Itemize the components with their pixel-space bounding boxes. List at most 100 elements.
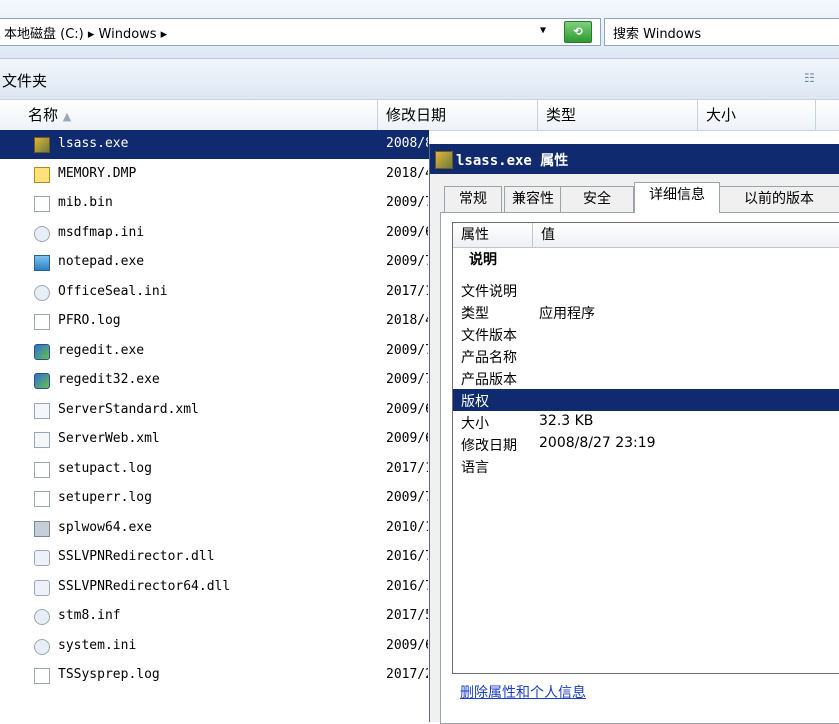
file-name: OfficeSeal.ini — [58, 283, 168, 299]
column-property-label: 属性 — [461, 227, 489, 243]
file-icon — [34, 491, 50, 507]
column-property[interactable]: 属性 — [453, 223, 533, 247]
file-date: 2009/7 — [386, 254, 428, 269]
address-dropdown-icon[interactable]: ▼ — [540, 25, 546, 36]
properties-dialog: lsass.exe 属性 常规 兼容性 安全 详细信息 以前的版本 属性 值 说明 文件… — [429, 144, 839, 724]
property-value: 应用程序 — [539, 306, 595, 322]
file-date: 2009/7 — [386, 195, 428, 210]
sort-ascending-icon: ▲ — [62, 110, 72, 123]
property-row[interactable]: 类型 应用程序 — [453, 301, 839, 323]
file-name: setuperr.log — [58, 490, 152, 505]
column-size-label: 大小 — [706, 106, 737, 124]
property-row[interactable]: 文件版本 — [453, 323, 839, 345]
file-name: ServerWeb.xml — [58, 431, 160, 446]
file-name: msdfmap.ini — [58, 224, 145, 240]
file-name: notepad.exe — [58, 254, 145, 269]
file-name: SSLVPNRedirector.dll — [58, 549, 215, 564]
file-icon — [34, 196, 50, 212]
tab-3[interactable]: 安全 — [560, 186, 634, 212]
dialog-title-file: lsass.exe — [456, 153, 532, 169]
column-header-row: 名称 ▲ 修改日期 类型 大小 — [0, 100, 839, 131]
file-date: 2008/8 — [386, 136, 428, 151]
exe-icon — [34, 520, 50, 537]
file-date: 2018/4 — [386, 165, 428, 181]
dialog-title: lsass.exe 属性 — [456, 150, 568, 170]
file-date: 2009/6 — [386, 224, 428, 240]
column-type[interactable]: 类型 — [538, 100, 698, 130]
notepad-icon — [34, 255, 50, 271]
property-row[interactable]: 大小 32.3 KB — [453, 411, 839, 433]
file-date: 2017/2 — [386, 667, 428, 682]
file-icon — [34, 314, 50, 330]
property-key: 修改日期 — [461, 438, 517, 454]
file-date: 2009/7 — [386, 372, 428, 387]
property-row[interactable]: 产品版本 — [453, 367, 839, 389]
view-options-icon[interactable]: ☷ — [804, 71, 820, 85]
property-key: 产品名称 — [461, 350, 517, 366]
regedit-icon — [34, 343, 50, 360]
file-date: 2017/1 — [386, 283, 428, 299]
dialog-tab-strip: 常规 兼容性 安全 详细信息 以前的版本 — [430, 182, 839, 213]
config-file-icon — [34, 609, 50, 625]
property-row[interactable]: 产品名称 — [453, 345, 839, 367]
file-date: 2009/6 — [386, 401, 428, 417]
refresh-icon: ⟲ — [573, 25, 583, 38]
file-icon — [34, 668, 50, 684]
dll-file-icon — [34, 550, 50, 566]
config-file-icon — [34, 284, 50, 301]
file-name: system.ini — [58, 637, 137, 653]
file-name: splwow64.exe — [58, 519, 152, 535]
tab-2[interactable]: 兼容性 — [504, 186, 562, 212]
file-name: SSLVPNRedirector64.dll — [58, 578, 231, 594]
property-row[interactable]: 语言 — [453, 455, 839, 477]
property-key: 产品版本 — [461, 372, 517, 388]
property-row[interactable]: 修改日期 2008/8/27 23:19 — [453, 433, 839, 455]
file-name: stm8.inf — [58, 608, 121, 623]
column-modified-label: 修改日期 — [386, 106, 447, 124]
column-name-label: 名称 — [28, 106, 59, 124]
file-row[interactable]: lsass.exe 2008/8 — [0, 130, 429, 159]
file-date: 2009/6 — [386, 431, 428, 446]
address-bar-strip: 本地磁盘 (C:) ▸ Windows ▸ ▼ ⟲ 搜索 Windows — [0, 0, 839, 59]
section-heading: 说明 — [469, 252, 497, 268]
lsass-icon — [435, 151, 453, 169]
file-date: 2016/7 — [386, 578, 428, 594]
property-list-header: 属性 值 — [453, 223, 839, 248]
folder-title[interactable]: 文件夹 — [2, 70, 47, 91]
property-list[interactable]: 属性 值 说明 文件说明 类型 应用程序 文件版本产品名称产品版本版权大小 32.3 K… — [452, 222, 839, 674]
property-value: 2008/8/27 23:19 — [539, 435, 656, 451]
column-modified[interactable]: 修改日期 — [378, 100, 538, 130]
refresh-button[interactable]: ⟲ — [564, 21, 592, 43]
file-date: 2017/5 — [386, 608, 428, 623]
lsass-icon — [34, 137, 50, 153]
column-value[interactable]: 值 — [533, 223, 839, 247]
dll-file-icon — [34, 579, 50, 596]
file-date: 2016/7 — [386, 549, 428, 564]
dump-file-icon — [34, 166, 50, 183]
address-path[interactable]: 本地磁盘 (C:) ▸ Windows ▸ — [4, 23, 167, 42]
column-name[interactable]: 名称 ▲ — [0, 100, 378, 130]
file-date: 2017/1 — [386, 460, 428, 476]
property-key: 大小 — [461, 416, 489, 432]
xml-file-icon — [34, 432, 50, 448]
file-name: PFRO.log — [58, 313, 121, 328]
property-row[interactable]: 版权 — [453, 389, 839, 411]
property-key: 版权 — [461, 394, 489, 410]
column-size[interactable]: 大小 — [698, 100, 816, 130]
dialog-title-bar[interactable]: lsass.exe 属性 — [430, 144, 839, 174]
property-row[interactable]: 文件说明 — [453, 279, 839, 301]
search-input[interactable]: 搜索 Windows — [604, 18, 839, 46]
property-value: 32.3 KB — [539, 413, 594, 429]
file-date: 2010/1 — [386, 519, 428, 535]
file-name: regedit.exe — [58, 342, 145, 358]
file-name: setupact.log — [58, 460, 152, 476]
tab-4[interactable]: 详细信息 — [634, 182, 720, 213]
address-bar[interactable]: 本地磁盘 (C:) ▸ Windows ▸ ▼ — [0, 18, 601, 46]
dialog-title-suffix: 属性 — [540, 153, 569, 169]
search-placeholder: 搜索 Windows — [613, 27, 702, 42]
tab-1[interactable]: 常规 — [444, 186, 502, 212]
file-name: regedit32.exe — [58, 372, 160, 387]
remove-properties-link[interactable]: 删除属性和个人信息 — [460, 682, 586, 702]
tab-5[interactable]: 以前的版本 — [718, 186, 839, 212]
property-key: 文件说明 — [461, 284, 517, 300]
